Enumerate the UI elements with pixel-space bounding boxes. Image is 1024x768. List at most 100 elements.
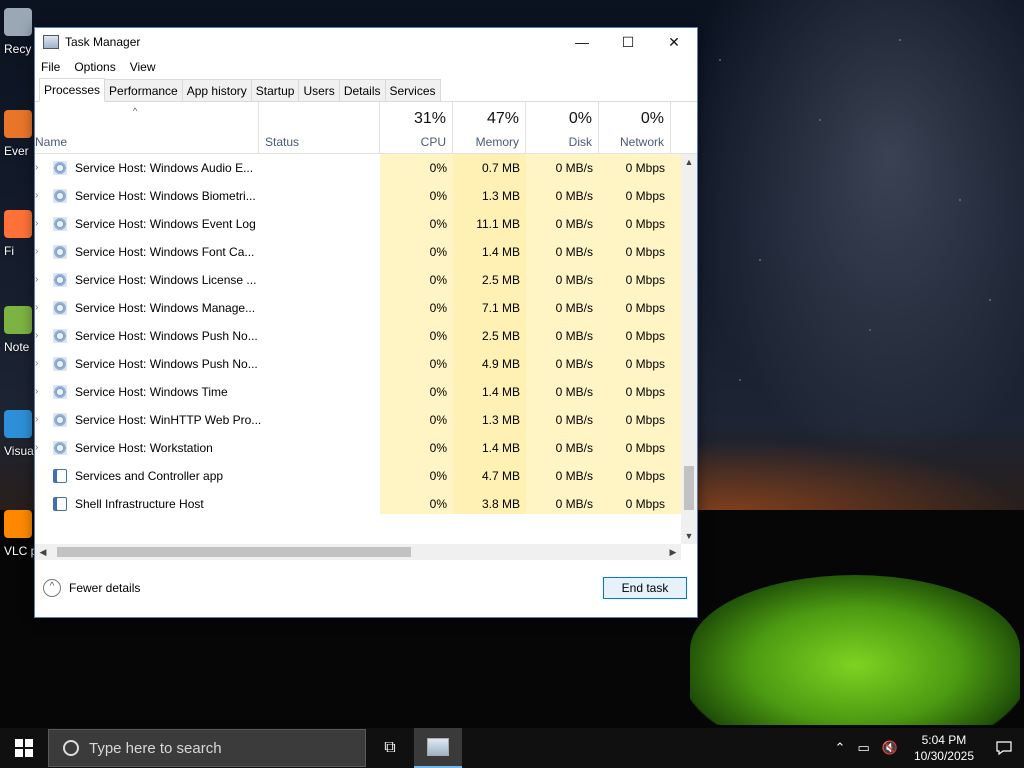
table-row[interactable]: › Service Host: Windows Font Ca... 0% 1.4 M…: [35, 238, 681, 266]
network-icon[interactable]: ▭: [857, 740, 869, 756]
notification-icon[interactable]: [984, 728, 1024, 768]
expand-chevron-icon[interactable]: ›: [35, 358, 43, 369]
row-padding: [671, 462, 681, 490]
window-footer: ^ Fewer details End task: [35, 561, 697, 617]
disk-cell: 0 MB/s: [526, 462, 599, 490]
process-name: Services and Controller app: [75, 469, 224, 483]
expand-chevron-icon[interactable]: ›: [35, 190, 43, 201]
app-icon: [4, 110, 32, 138]
row-padding: [671, 266, 681, 294]
memory-cell: 2.5 MB: [453, 322, 526, 350]
row-padding: [671, 350, 681, 378]
table-row[interactable]: Shell Infrastructure Host 0% 3.8 MB 0 MB/s 0…: [35, 490, 681, 514]
cpu-cell: 0%: [380, 434, 453, 462]
taskbar-task-manager[interactable]: [414, 728, 462, 768]
cpu-cell: 0%: [380, 378, 453, 406]
tab-processes[interactable]: Processes: [39, 78, 106, 102]
column-header-network[interactable]: 0% Network: [599, 102, 671, 154]
menu-options[interactable]: Options: [74, 60, 115, 74]
wallpaper-tent: [690, 575, 1020, 725]
disk-cell: 0 MB/s: [526, 238, 599, 266]
row-padding: [671, 434, 681, 462]
start-button[interactable]: [0, 728, 48, 768]
menu-view[interactable]: View: [130, 60, 156, 74]
window-title: Task Manager: [65, 35, 141, 49]
memory-cell: 11.1 MB: [453, 210, 526, 238]
expand-chevron-icon[interactable]: ›: [35, 302, 43, 313]
vertical-scroll-thumb[interactable]: [684, 466, 694, 510]
expand-chevron-icon[interactable]: ›: [35, 274, 43, 285]
system-tray: ⌃ ▭ 🔇 5:04 PM 10/30/2025: [829, 728, 1024, 768]
maximize-button[interactable]: ☐: [605, 28, 651, 56]
expand-chevron-icon[interactable]: ›: [35, 218, 43, 229]
disk-cell: 0 MB/s: [526, 406, 599, 434]
volume-muted-icon[interactable]: 🔇: [882, 740, 898, 756]
task-view-icon[interactable]: ⧉: [366, 728, 414, 768]
scroll-right-icon[interactable]: ▶: [665, 544, 681, 560]
column-header-disk[interactable]: 0% Disk: [526, 102, 599, 154]
cpu-cell: 0%: [380, 462, 453, 490]
table-row[interactable]: › Service Host: Windows Push No... 0% 2.5 M…: [35, 322, 681, 350]
memory-cell: 1.4 MB: [453, 378, 526, 406]
process-name: Service Host: Workstation: [75, 441, 213, 455]
expand-chevron-icon[interactable]: ›: [35, 386, 43, 397]
scroll-left-icon[interactable]: ◀: [35, 544, 51, 560]
column-header-status[interactable]: Status: [259, 102, 380, 154]
fewer-details-button[interactable]: ^ Fewer details: [43, 579, 140, 597]
table-row[interactable]: › Service Host: Windows Biometri... 0% 1.3 …: [35, 182, 681, 210]
chevron-up-icon[interactable]: ⌃: [835, 740, 846, 756]
column-header-name[interactable]: Name: [35, 102, 259, 154]
expand-chevron-icon[interactable]: ›: [35, 162, 43, 173]
menu-bar: File Options View: [35, 56, 697, 78]
memory-cell: 3.8 MB: [453, 490, 526, 514]
tab-performance[interactable]: Performance: [104, 79, 183, 101]
tab-services[interactable]: Services: [384, 79, 441, 101]
search-placeholder: Type here to search: [89, 739, 222, 757]
vertical-scrollbar[interactable]: ▲ ▼: [681, 154, 697, 544]
process-name: Service Host: Windows Push No...: [75, 357, 258, 371]
process-icon: [53, 413, 67, 427]
table-row[interactable]: › Service Host: Windows Manage... 0% 7.1 MB…: [35, 294, 681, 322]
expand-chevron-icon[interactable]: ›: [35, 442, 43, 453]
cpu-cell: 0%: [380, 182, 453, 210]
scroll-down-icon[interactable]: ▼: [681, 528, 697, 544]
process-icon: [53, 357, 67, 371]
app-icon: [4, 410, 32, 438]
tab-users[interactable]: Users: [298, 79, 340, 101]
tab-details[interactable]: Details: [338, 79, 386, 101]
horizontal-scrollbar[interactable]: ◀ ▶: [35, 544, 681, 560]
taskbar-search-box[interactable]: Type here to search: [48, 729, 366, 767]
menu-file[interactable]: File: [41, 60, 60, 74]
expand-chevron-icon[interactable]: ›: [35, 330, 43, 341]
cpu-cell: 0%: [380, 350, 453, 378]
row-padding: [671, 490, 681, 514]
end-task-button[interactable]: End task: [603, 577, 687, 599]
table-row[interactable]: › Service Host: Windows License ... 0% 2.5 …: [35, 266, 681, 294]
column-header-cpu[interactable]: 31% CPU: [380, 102, 453, 154]
disk-cell: 0 MB/s: [526, 434, 599, 462]
minimize-button[interactable]: —: [559, 28, 605, 56]
table-row[interactable]: › Service Host: Windows Push No... 0% 4.9 M…: [35, 350, 681, 378]
row-padding: [671, 154, 681, 182]
tab-app-history[interactable]: App history: [181, 79, 252, 101]
cpu-cell: 0%: [380, 210, 453, 238]
process-name: Service Host: WinHTTP Web Pro...: [75, 413, 262, 427]
expand-chevron-icon[interactable]: ›: [35, 246, 43, 257]
expand-chevron-icon[interactable]: ›: [35, 414, 43, 425]
table-row[interactable]: Services and Controller app 0% 4.7 MB 0 MB/…: [35, 462, 681, 490]
table-row[interactable]: › Service Host: Windows Audio E... 0% 0.7 M…: [35, 154, 681, 182]
close-button[interactable]: ✕: [651, 28, 697, 56]
title-bar[interactable]: Task Manager — ☐ ✕: [35, 28, 697, 56]
disk-cell: 0 MB/s: [526, 154, 599, 182]
clock[interactable]: 5:04 PM 10/30/2025: [914, 732, 974, 764]
horizontal-scroll-thumb[interactable]: [57, 547, 411, 557]
memory-cell: 4.9 MB: [453, 350, 526, 378]
table-row[interactable]: › Service Host: Windows Event Log 0% 11.1 M…: [35, 210, 681, 238]
table-row[interactable]: › Service Host: Windows Time 0% 1.4 MB 0 MB/…: [35, 378, 681, 406]
task-manager-icon: [43, 35, 59, 49]
table-row[interactable]: › Service Host: WinHTTP Web Pro... 0% 1.3 M…: [35, 406, 681, 434]
table-row[interactable]: › Service Host: Workstation 0% 1.4 MB 0 MB/s…: [35, 434, 681, 462]
tab-startup[interactable]: Startup: [250, 79, 300, 101]
column-header-memory[interactable]: 47% Memory: [453, 102, 526, 154]
scroll-up-icon[interactable]: ▲: [681, 154, 697, 170]
